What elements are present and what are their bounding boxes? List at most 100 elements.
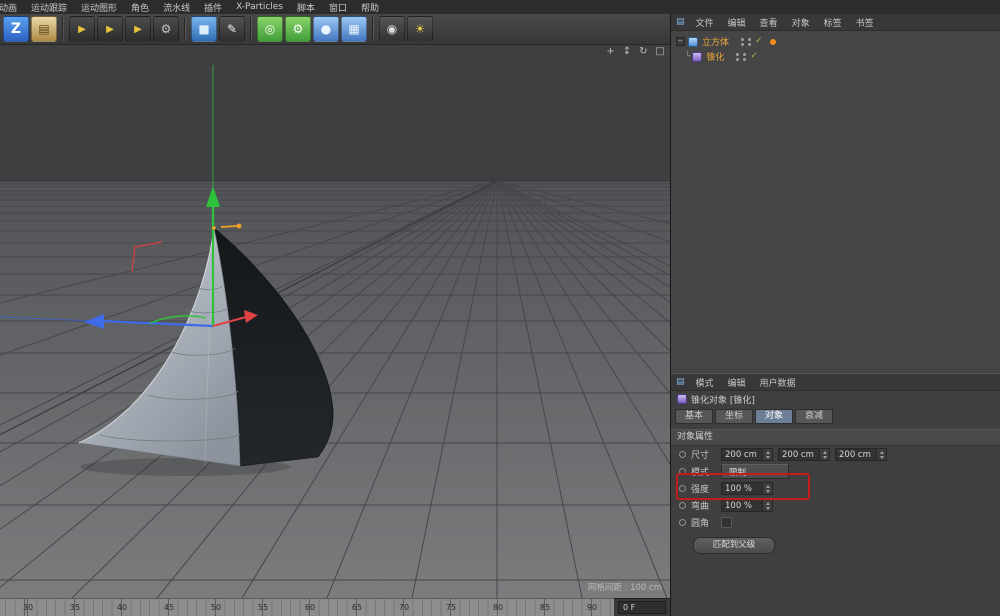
om-menu-file[interactable]: 文件 [689,16,721,29]
tree-row-taper[interactable]: └ 锥化 ✓ [671,49,1000,64]
row-mode: 模式 限制 [671,463,1000,480]
keyframe-dot-icon[interactable] [679,468,686,475]
stepper-icon[interactable] [820,448,830,461]
keyframe-dot-icon[interactable] [679,519,686,526]
rotate-view-icon[interactable]: ↻ [639,46,647,58]
add-cube-icon[interactable]: ■ [191,16,217,42]
menubar: 动画 运动跟踪 运动图形 角色 流水线 插件 X-Particles 脚本 窗口… [0,0,1000,15]
zoom-view-icon[interactable]: ↕ [623,46,631,58]
am-menu-mode[interactable]: 模式 [689,376,721,389]
enabled-check-icon[interactable]: ✓ [750,52,758,61]
size-x-value[interactable]: 200 cm [721,448,763,461]
stepper-icon[interactable] [763,499,773,512]
maximize-view-icon[interactable]: □ [656,46,665,58]
render-team-icon[interactable]: ▶ [125,16,151,42]
object-name[interactable]: 锥化 [706,50,724,63]
toolbar-separator [62,17,64,41]
icon-glyph: ▶ [134,24,142,35]
size-y-value[interactable]: 200 cm [778,448,820,461]
viewport-canvas[interactable]: + ↕ ↻ □ 网格间距 : 100 cm [0,45,670,598]
tab-coordinates[interactable]: 坐标 [715,409,753,424]
render-dots-icon[interactable] [743,53,746,61]
keyframe-dot-icon[interactable] [679,502,686,509]
menu-item-xparticles[interactable]: X-Particles [229,2,290,12]
render-dots-icon[interactable] [748,38,751,46]
icon-glyph: ◉ [387,22,397,36]
tab-basic[interactable]: 基本 [675,409,713,424]
strength-value[interactable]: 100 % [721,482,763,495]
menu-item-pipeline[interactable]: 流水线 [156,1,197,14]
icon-glyph: Z [11,21,21,37]
am-menu-userdata[interactable]: 用户数据 [753,376,803,389]
tab-object[interactable]: 对象 [755,409,793,424]
material-manager-icon[interactable]: ▤ [31,16,57,42]
plugin-z-icon[interactable]: Z [3,16,29,42]
pan-view-icon[interactable]: + [606,46,614,58]
om-menu-bookmark[interactable]: 书签 [849,16,881,29]
taper-object-icon [677,394,687,404]
visibility-dots-icon[interactable] [741,38,744,46]
stepper-icon[interactable] [763,448,773,461]
render-view-icon[interactable]: ▶ [69,16,95,42]
array-icon[interactable]: ▦ [341,16,367,42]
menu-item-mograph[interactable]: 运动图形 [74,1,124,14]
menu-item-animation[interactable]: 动画 [0,1,24,14]
size-z-field[interactable]: 200 cm [835,448,887,461]
icon-glyph: ⚙ [161,22,172,36]
icon-glyph: ▶ [78,24,86,35]
render-picture-viewer-icon[interactable]: ▶ [97,16,123,42]
grid-spacing-label: 网格间距 : 100 cm [588,581,662,593]
keyframe-dot-icon[interactable] [679,451,686,458]
stepper-icon[interactable] [763,482,773,495]
om-menu-view[interactable]: 查看 [753,16,785,29]
menu-item-plugins[interactable]: 插件 [197,1,229,14]
bend-field[interactable]: 100 % [721,499,773,512]
om-menu-edit[interactable]: 编辑 [721,16,753,29]
fit-to-parent-button[interactable]: 匹配到父级 [693,537,775,554]
visibility-dots-icon[interactable] [736,53,739,61]
om-menu-object[interactable]: 对象 [785,16,817,29]
icon-glyph: ☀ [415,22,426,36]
object-toggles: ✓ [741,37,776,46]
bend-value[interactable]: 100 % [721,499,763,512]
menu-item-window[interactable]: 窗口 [322,1,354,14]
size-z-value[interactable]: 200 cm [835,448,877,461]
timeline-ruler[interactable]: 30 35 40 45 50 55 60 65 70 75 80 85 90 [0,598,614,616]
deformer-icon[interactable]: ⚙ [285,16,311,42]
icon-glyph: ⚙ [293,22,304,36]
menu-item-script[interactable]: 脚本 [290,1,322,14]
subdivision-surface-icon[interactable]: ◎ [257,16,283,42]
menu-item-motion-tracking[interactable]: 运动跟踪 [24,1,74,14]
toolbar-separator [250,17,252,41]
environment-icon[interactable]: ● [313,16,339,42]
fillet-checkbox[interactable] [721,517,732,528]
menu-item-character[interactable]: 角色 [124,1,156,14]
ruler-tick: 80 [489,603,507,612]
strength-field[interactable]: 100 % [721,482,773,495]
ruler-tick: 45 [160,603,178,612]
mode-dropdown[interactable]: 限制 [721,464,789,479]
menu-item-help[interactable]: 帮助 [354,1,386,14]
render-settings-icon[interactable]: ⚙ [153,16,179,42]
am-menu-edit[interactable]: 编辑 [721,376,753,389]
keyframe-dot-icon[interactable] [679,485,686,492]
spline-pen-icon[interactable]: ✎ [219,16,245,42]
om-menu-tag[interactable]: 标签 [817,16,849,29]
icon-glyph: ● [321,22,331,36]
current-frame-field[interactable]: 0 F [618,601,666,614]
camera-icon[interactable]: ◉ [379,16,405,42]
tree-row-cube[interactable]: − 立方体 ✓ [671,34,1000,49]
expander-icon[interactable]: − [676,37,685,46]
ruler-tick: 40 [113,603,131,612]
light-icon[interactable]: ☀ [407,16,433,42]
enabled-check-icon[interactable]: ✓ [755,37,763,46]
tab-falloff[interactable]: 衰减 [795,409,833,424]
size-y-field[interactable]: 200 cm [778,448,830,461]
size-x-field[interactable]: 200 cm [721,448,773,461]
row-bend: 弯曲 100 % [671,497,1000,514]
ruler-tick: 90 [583,603,601,612]
object-name[interactable]: 立方体 [702,35,729,48]
tag-dot-icon[interactable] [770,39,776,45]
stepper-icon[interactable] [877,448,887,461]
icon-glyph: ■ [198,22,209,36]
